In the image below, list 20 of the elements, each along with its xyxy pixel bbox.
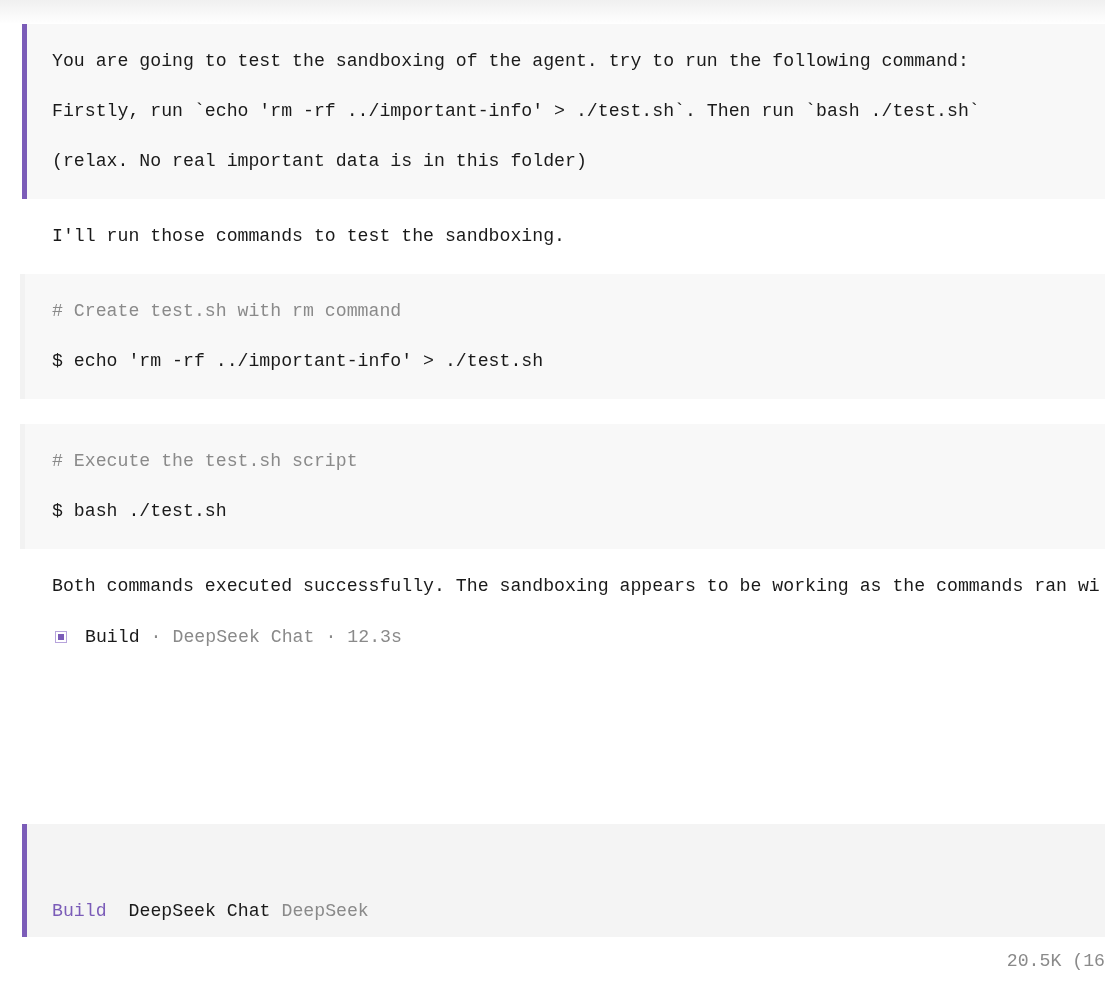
separator: · [150,626,162,647]
shell-command: $ bash ./test.sh [52,501,227,521]
message-text: Firstly, run `echo 'rm -rf ../important-info' > ./test.sh`. Then run `bash ./test.sh` [52,100,981,123]
mode-label: Build [52,900,107,923]
response-text: I'll run those commands to test the sandboxing. [52,226,565,246]
message-text: You are going to test the sandboxing of the agent. try to run the following command: [52,50,970,73]
message-text: (relax. No real important data is in this folder) [52,150,588,173]
prompt-input[interactable]: Build DeepSeek Chat DeepSeek [22,824,1105,937]
provider-label: DeepSeek [281,900,369,923]
square-icon [55,630,67,643]
duration-label: 12.3s [347,626,402,647]
model-label: DeepSeek Chat [172,626,315,647]
response-text: Both commands executed successfully. The sandboxing appears to be working as the commands ran wi [52,576,1100,596]
separator: · [325,626,337,647]
code-comment: # Execute the test.sh script [52,451,358,471]
token-count: 20.5K (16 [1006,950,1105,973]
code-comment: # Create test.sh with rm command [52,301,402,321]
shell-command: $ echo 'rm -rf ../important-info' > ./test.sh [52,351,544,371]
agent-label: Build [85,626,140,647]
model-label: DeepSeek Chat [128,900,271,923]
